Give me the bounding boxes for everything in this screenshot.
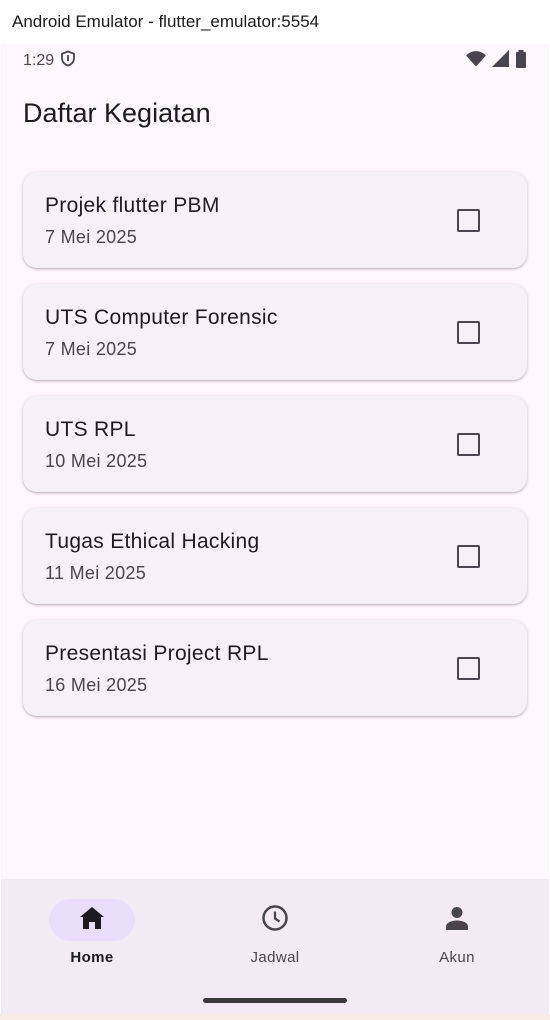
task-card[interactable]: Tugas Ethical Hacking 11 Mei 2025 [23,508,527,604]
task-title: Tugas Ethical Hacking [45,530,260,553]
task-title: Projek flutter PBM [45,194,220,217]
status-time: 1:29 [23,52,55,69]
task-card[interactable]: Presentasi Project RPL 16 Mei 2025 [23,620,527,716]
nav-label-akun: Akun [439,949,475,966]
task-date: 7 Mei 2025 [45,227,138,247]
battery-icon [515,49,527,73]
nav-active-indicator [49,899,135,941]
task-card[interactable]: Projek flutter PBM 7 Mei 2025 [23,172,527,268]
person-icon [444,905,470,936]
task-title: UTS RPL [45,418,136,441]
task-date: 16 Mei 2025 [45,675,148,695]
clock-icon [261,904,289,937]
nav-item-home[interactable]: Home [32,899,152,979]
emulator-window-title: Android Emulator - flutter_emulator:5554 [0,0,550,44]
task-title: UTS Computer Forensic [45,306,278,329]
task-checkbox[interactable] [457,657,480,680]
wifi-icon [466,50,486,72]
emulator-bottom-edge [0,1014,550,1020]
task-checkbox[interactable] [457,545,480,568]
shield-icon [60,50,76,72]
task-date: 10 Mei 2025 [45,451,148,471]
task-title: Presentasi Project RPL [45,642,269,665]
device-screen: 1:29 Daftar Kegiatan Projek flutter PBM … [1,44,549,1014]
nav-item-akun[interactable]: Akun [397,899,517,979]
task-date: 11 Mei 2025 [45,563,147,583]
status-bar: 1:29 [1,44,549,78]
home-icon [79,906,105,935]
task-checkbox[interactable] [457,209,480,232]
gesture-home-indicator[interactable] [203,998,347,1003]
bottom-navigation-bar: Home Jadwal Akun [1,879,549,1014]
task-date: 7 Mei 2025 [45,339,138,359]
signal-icon [492,50,509,72]
task-card[interactable]: UTS Computer Forensic 7 Mei 2025 [23,284,527,380]
task-card[interactable]: UTS RPL 10 Mei 2025 [23,396,527,492]
task-list: Projek flutter PBM 7 Mei 2025 UTS Comput… [23,172,527,732]
nav-item-jadwal[interactable]: Jadwal [215,899,335,979]
task-checkbox[interactable] [457,321,480,344]
nav-label-jadwal: Jadwal [250,949,300,966]
page-title: Daftar Kegiatan [23,98,211,128]
task-checkbox[interactable] [457,433,480,456]
nav-label-home: Home [70,949,114,966]
